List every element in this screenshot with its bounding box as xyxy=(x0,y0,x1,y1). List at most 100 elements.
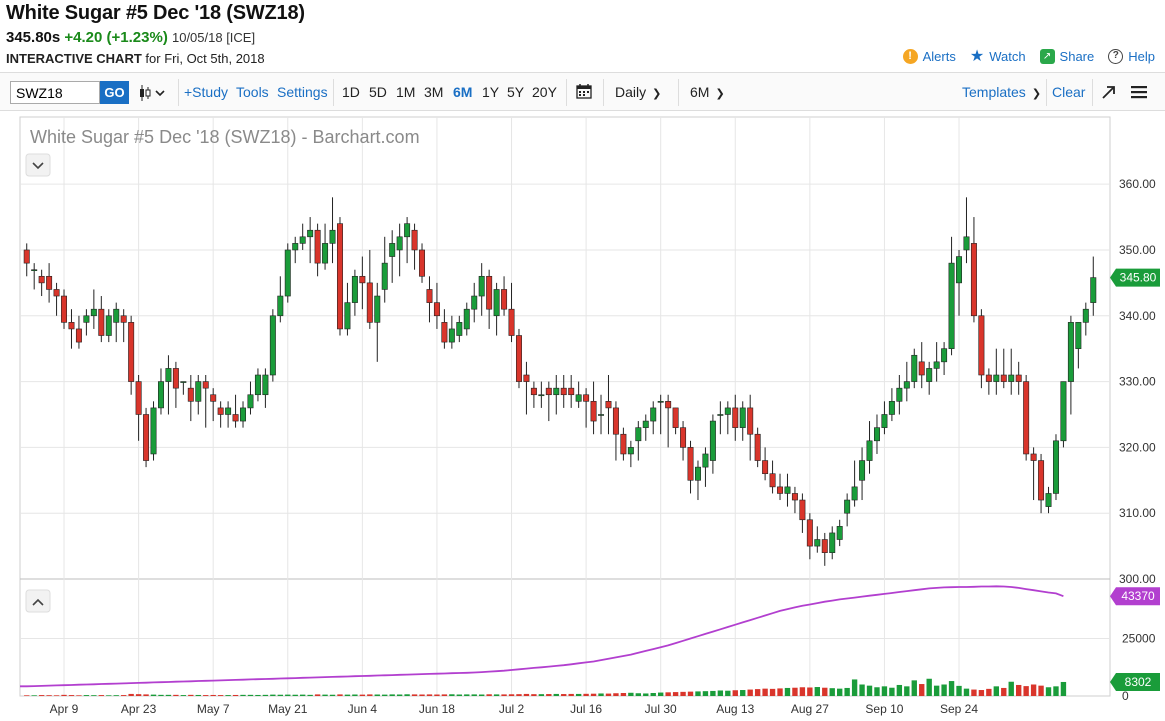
volume-bar xyxy=(307,694,313,696)
volume-bar xyxy=(352,694,358,696)
alerts-button[interactable]: ! Alerts xyxy=(902,49,956,64)
settings-button[interactable]: Settings xyxy=(277,84,328,100)
candle-body xyxy=(31,269,38,272)
volume-bar xyxy=(658,692,664,696)
volume-bar xyxy=(650,693,656,696)
price-tick-label: 300.00 xyxy=(1119,572,1156,586)
candle-body xyxy=(538,394,545,397)
volume-bar xyxy=(822,687,828,696)
volume-bar xyxy=(426,694,433,696)
interval-dropdown[interactable]: Daily ❯ xyxy=(615,84,661,100)
volume-bar xyxy=(523,693,530,696)
range-dropdown[interactable]: 6M ❯ xyxy=(690,84,725,100)
chart-subtitle-date: for Fri, Oct 5th, 2018 xyxy=(145,51,265,66)
candle-body xyxy=(247,394,254,409)
date-tick-label: Aug 27 xyxy=(791,702,829,716)
candle-body xyxy=(657,401,664,403)
candlestick-type-icon[interactable] xyxy=(138,83,168,103)
period-6m[interactable]: 6M xyxy=(453,84,472,100)
candle-body xyxy=(262,374,269,396)
share-button[interactable]: ↗ Share xyxy=(1039,49,1094,64)
volume-bar xyxy=(247,694,254,696)
collapse-toggle-volume[interactable] xyxy=(25,589,51,613)
volume-bar xyxy=(911,680,917,696)
exclamation-icon: ! xyxy=(902,49,918,64)
period-3m[interactable]: 3M xyxy=(424,84,443,100)
candle-body xyxy=(814,539,821,547)
menu-icon[interactable] xyxy=(1131,85,1147,99)
candle-body xyxy=(948,262,955,349)
chart-area: White Sugar #5 Dec '18 (SWZ18) - Barchar… xyxy=(0,111,1165,721)
volume-bar xyxy=(695,691,701,696)
candle-body xyxy=(1030,453,1037,461)
volume-bar xyxy=(396,694,403,696)
volume-bar xyxy=(904,686,910,696)
period-5y[interactable]: 5Y xyxy=(507,84,524,100)
quote-line: 345.80s +4.20 (+1.23%) 10/05/18 [ICE] xyxy=(6,29,255,46)
candle-body xyxy=(672,407,679,428)
collapse-toggle-top[interactable] xyxy=(25,153,51,177)
clear-button[interactable]: Clear xyxy=(1052,84,1085,100)
period-5d[interactable]: 5D xyxy=(369,84,387,100)
volume-bar xyxy=(948,681,955,696)
volume-bar xyxy=(501,694,507,696)
period-1m[interactable]: 1M xyxy=(396,84,415,100)
volume-bar xyxy=(404,694,410,696)
candle-body xyxy=(836,526,843,540)
period-1y[interactable]: 1Y xyxy=(482,84,499,100)
volume-bar xyxy=(643,693,649,696)
date-tick-label: Jul 2 xyxy=(499,702,525,716)
price-chart[interactable]: White Sugar #5 Dec '18 (SWZ18) - Barchar… xyxy=(0,111,1165,721)
chart-subtitle: INTERACTIVE CHART for Fri, Oct 5th, 2018 xyxy=(6,51,265,66)
volume-bar xyxy=(799,687,806,696)
date-tick-label: Apr 9 xyxy=(50,702,79,716)
volume-bar xyxy=(262,694,269,696)
volume-bar xyxy=(203,695,209,696)
candle-body xyxy=(471,295,478,310)
candle-body xyxy=(627,447,634,455)
study-button[interactable]: +Study xyxy=(184,84,228,100)
candle-body xyxy=(903,381,910,389)
candle-body xyxy=(821,539,828,553)
candle-body xyxy=(866,440,873,461)
go-button[interactable]: GO xyxy=(100,81,129,104)
help-button[interactable]: ? Help xyxy=(1108,49,1155,64)
volume-bar xyxy=(322,694,328,696)
candle-body xyxy=(366,282,373,323)
volume-bar xyxy=(91,695,97,696)
candle-body xyxy=(322,243,329,264)
volume-bar xyxy=(762,688,768,696)
period-1d[interactable]: 1D xyxy=(342,84,360,100)
calendar-icon[interactable] xyxy=(576,83,592,99)
candle-body xyxy=(769,473,776,488)
volume-bar xyxy=(1023,686,1029,696)
volume-bar xyxy=(359,694,366,696)
volume-bar xyxy=(851,679,858,696)
volume-bar xyxy=(754,689,761,696)
candle-body xyxy=(359,275,366,284)
volume-bar xyxy=(635,693,641,696)
volume-bar xyxy=(926,678,932,696)
candle-body xyxy=(896,387,903,402)
toolbar-separator xyxy=(1092,79,1093,106)
candle-body xyxy=(1038,460,1045,501)
volume-bar xyxy=(538,694,545,696)
candle-body xyxy=(165,368,172,382)
candle-body xyxy=(46,275,53,290)
volume-bar xyxy=(605,693,612,696)
tools-button[interactable]: Tools xyxy=(236,84,269,100)
expand-icon[interactable] xyxy=(1101,85,1116,100)
volume-bar xyxy=(583,693,589,696)
candle-body xyxy=(575,394,582,402)
candle-body xyxy=(426,289,433,303)
volume-bar xyxy=(561,694,567,696)
volume-bar xyxy=(1016,684,1022,696)
volume-bar xyxy=(68,695,75,696)
symbol-input[interactable] xyxy=(10,81,100,104)
period-20y[interactable]: 20Y xyxy=(532,84,557,100)
templates-dropdown[interactable]: Templates ❯ xyxy=(962,84,1041,100)
candle-body xyxy=(336,223,343,330)
volume-bar xyxy=(1060,681,1067,696)
candle-body xyxy=(83,315,90,323)
watch-button[interactable]: ★ Watch xyxy=(970,48,1026,64)
